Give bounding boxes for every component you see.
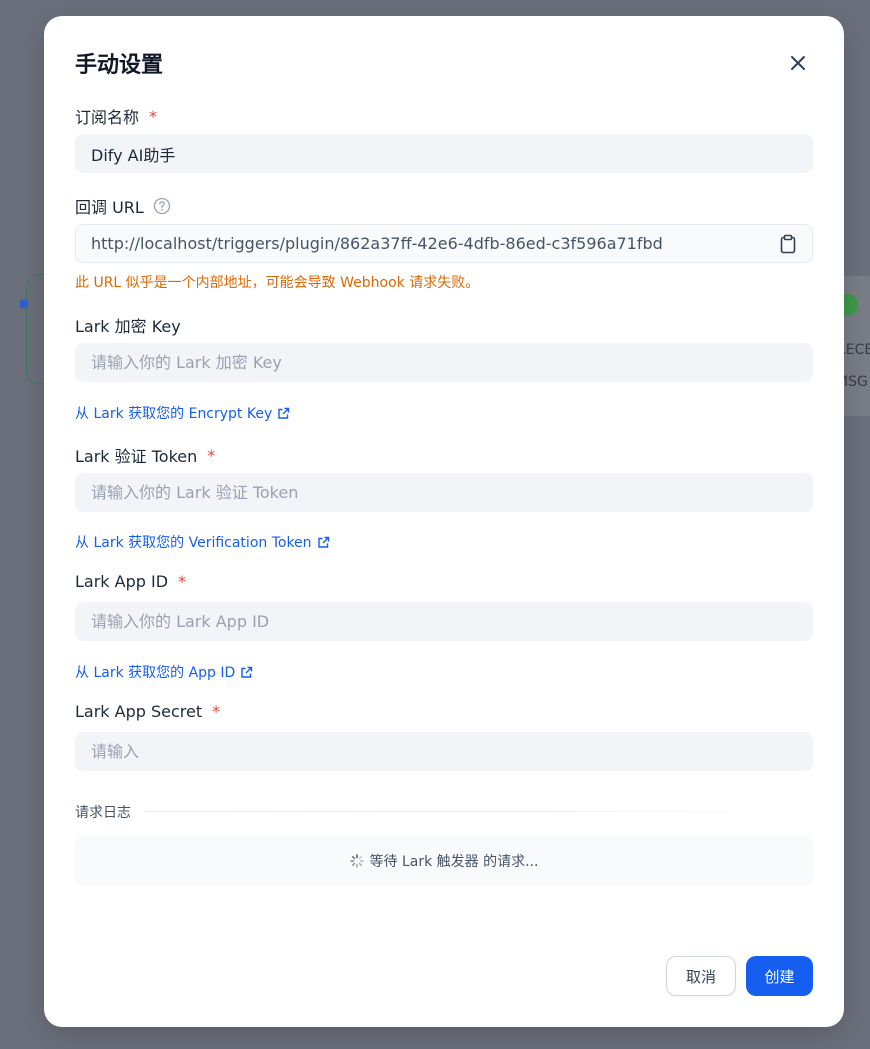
subscription-name-label: 订阅名称 * xyxy=(75,104,157,128)
required-mark: * xyxy=(212,702,221,721)
app-id-input[interactable] xyxy=(75,602,813,641)
required-mark: * xyxy=(149,106,158,126)
app-id-help-link[interactable]: 从 Lark 获取您的 App ID xyxy=(75,662,253,682)
app-id-label-text: Lark App ID xyxy=(75,572,169,591)
required-mark: * xyxy=(178,572,187,591)
app-id-help-link-text: 从 Lark 获取您的 App ID xyxy=(75,665,236,681)
divider xyxy=(145,811,728,812)
clipboard-icon[interactable] xyxy=(779,234,797,254)
close-icon xyxy=(791,56,805,70)
external-link-icon xyxy=(317,536,330,549)
callback-url-field[interactable]: http://localhost/triggers/plugin/862a37f… xyxy=(75,224,813,263)
background-node-handle xyxy=(20,300,28,308)
request-log-label: 请求日志 xyxy=(75,805,131,821)
manual-setup-dialog: 手动设置 订阅名称 * 回调 URL http://localhost/trig… xyxy=(44,16,844,1027)
dialog-title: 手动设置 xyxy=(75,53,164,78)
verification-token-label: Lark 验证 Token * xyxy=(75,443,215,467)
cancel-button[interactable]: 取消 xyxy=(666,956,736,996)
encrypt-key-help-link-text: 从 Lark 获取您的 Encrypt Key xyxy=(75,406,273,422)
request-log-panel: 等待 Lark 触发器 的请求... xyxy=(75,836,813,886)
question-circle-icon[interactable] xyxy=(153,197,171,215)
close-button[interactable] xyxy=(786,51,810,75)
app-secret-label-text: Lark App Secret xyxy=(75,702,203,721)
encrypt-key-help-link[interactable]: 从 Lark 获取您的 Encrypt Key xyxy=(75,403,290,423)
callback-url-label-text: 回调 URL xyxy=(75,198,144,217)
subscription-name-input[interactable] xyxy=(75,134,813,173)
encrypt-key-label-text: Lark 加密 Key xyxy=(75,317,181,336)
external-link-icon xyxy=(240,666,253,679)
callback-url-value: http://localhost/triggers/plugin/862a37f… xyxy=(91,234,663,253)
subscription-name-label-text: 订阅名称 xyxy=(75,108,140,127)
app-id-label: Lark App ID * xyxy=(75,572,186,591)
app-secret-input[interactable] xyxy=(75,732,813,771)
request-log-status: 等待 Lark 触发器 的请求... xyxy=(369,854,539,870)
verification-token-input[interactable] xyxy=(75,473,813,512)
internal-url-warning: 此 URL 似乎是一个内部地址，可能会导致 Webhook 请求失败。 xyxy=(75,275,480,291)
verification-token-help-link[interactable]: 从 Lark 获取您的 Verification Token xyxy=(75,532,330,552)
required-mark: * xyxy=(207,445,216,465)
create-button[interactable]: 创建 xyxy=(746,956,813,996)
external-link-icon xyxy=(277,407,290,420)
app-secret-label: Lark App Secret * xyxy=(75,702,220,721)
encrypt-key-input[interactable] xyxy=(75,343,813,382)
encrypt-key-label: Lark 加密 Key xyxy=(75,313,181,337)
verification-token-help-link-text: 从 Lark 获取您的 Verification Token xyxy=(75,535,312,551)
verification-token-label-text: Lark 验证 Token xyxy=(75,447,198,466)
callback-url-label: 回调 URL xyxy=(75,194,171,218)
loading-spinner-icon xyxy=(349,854,364,868)
